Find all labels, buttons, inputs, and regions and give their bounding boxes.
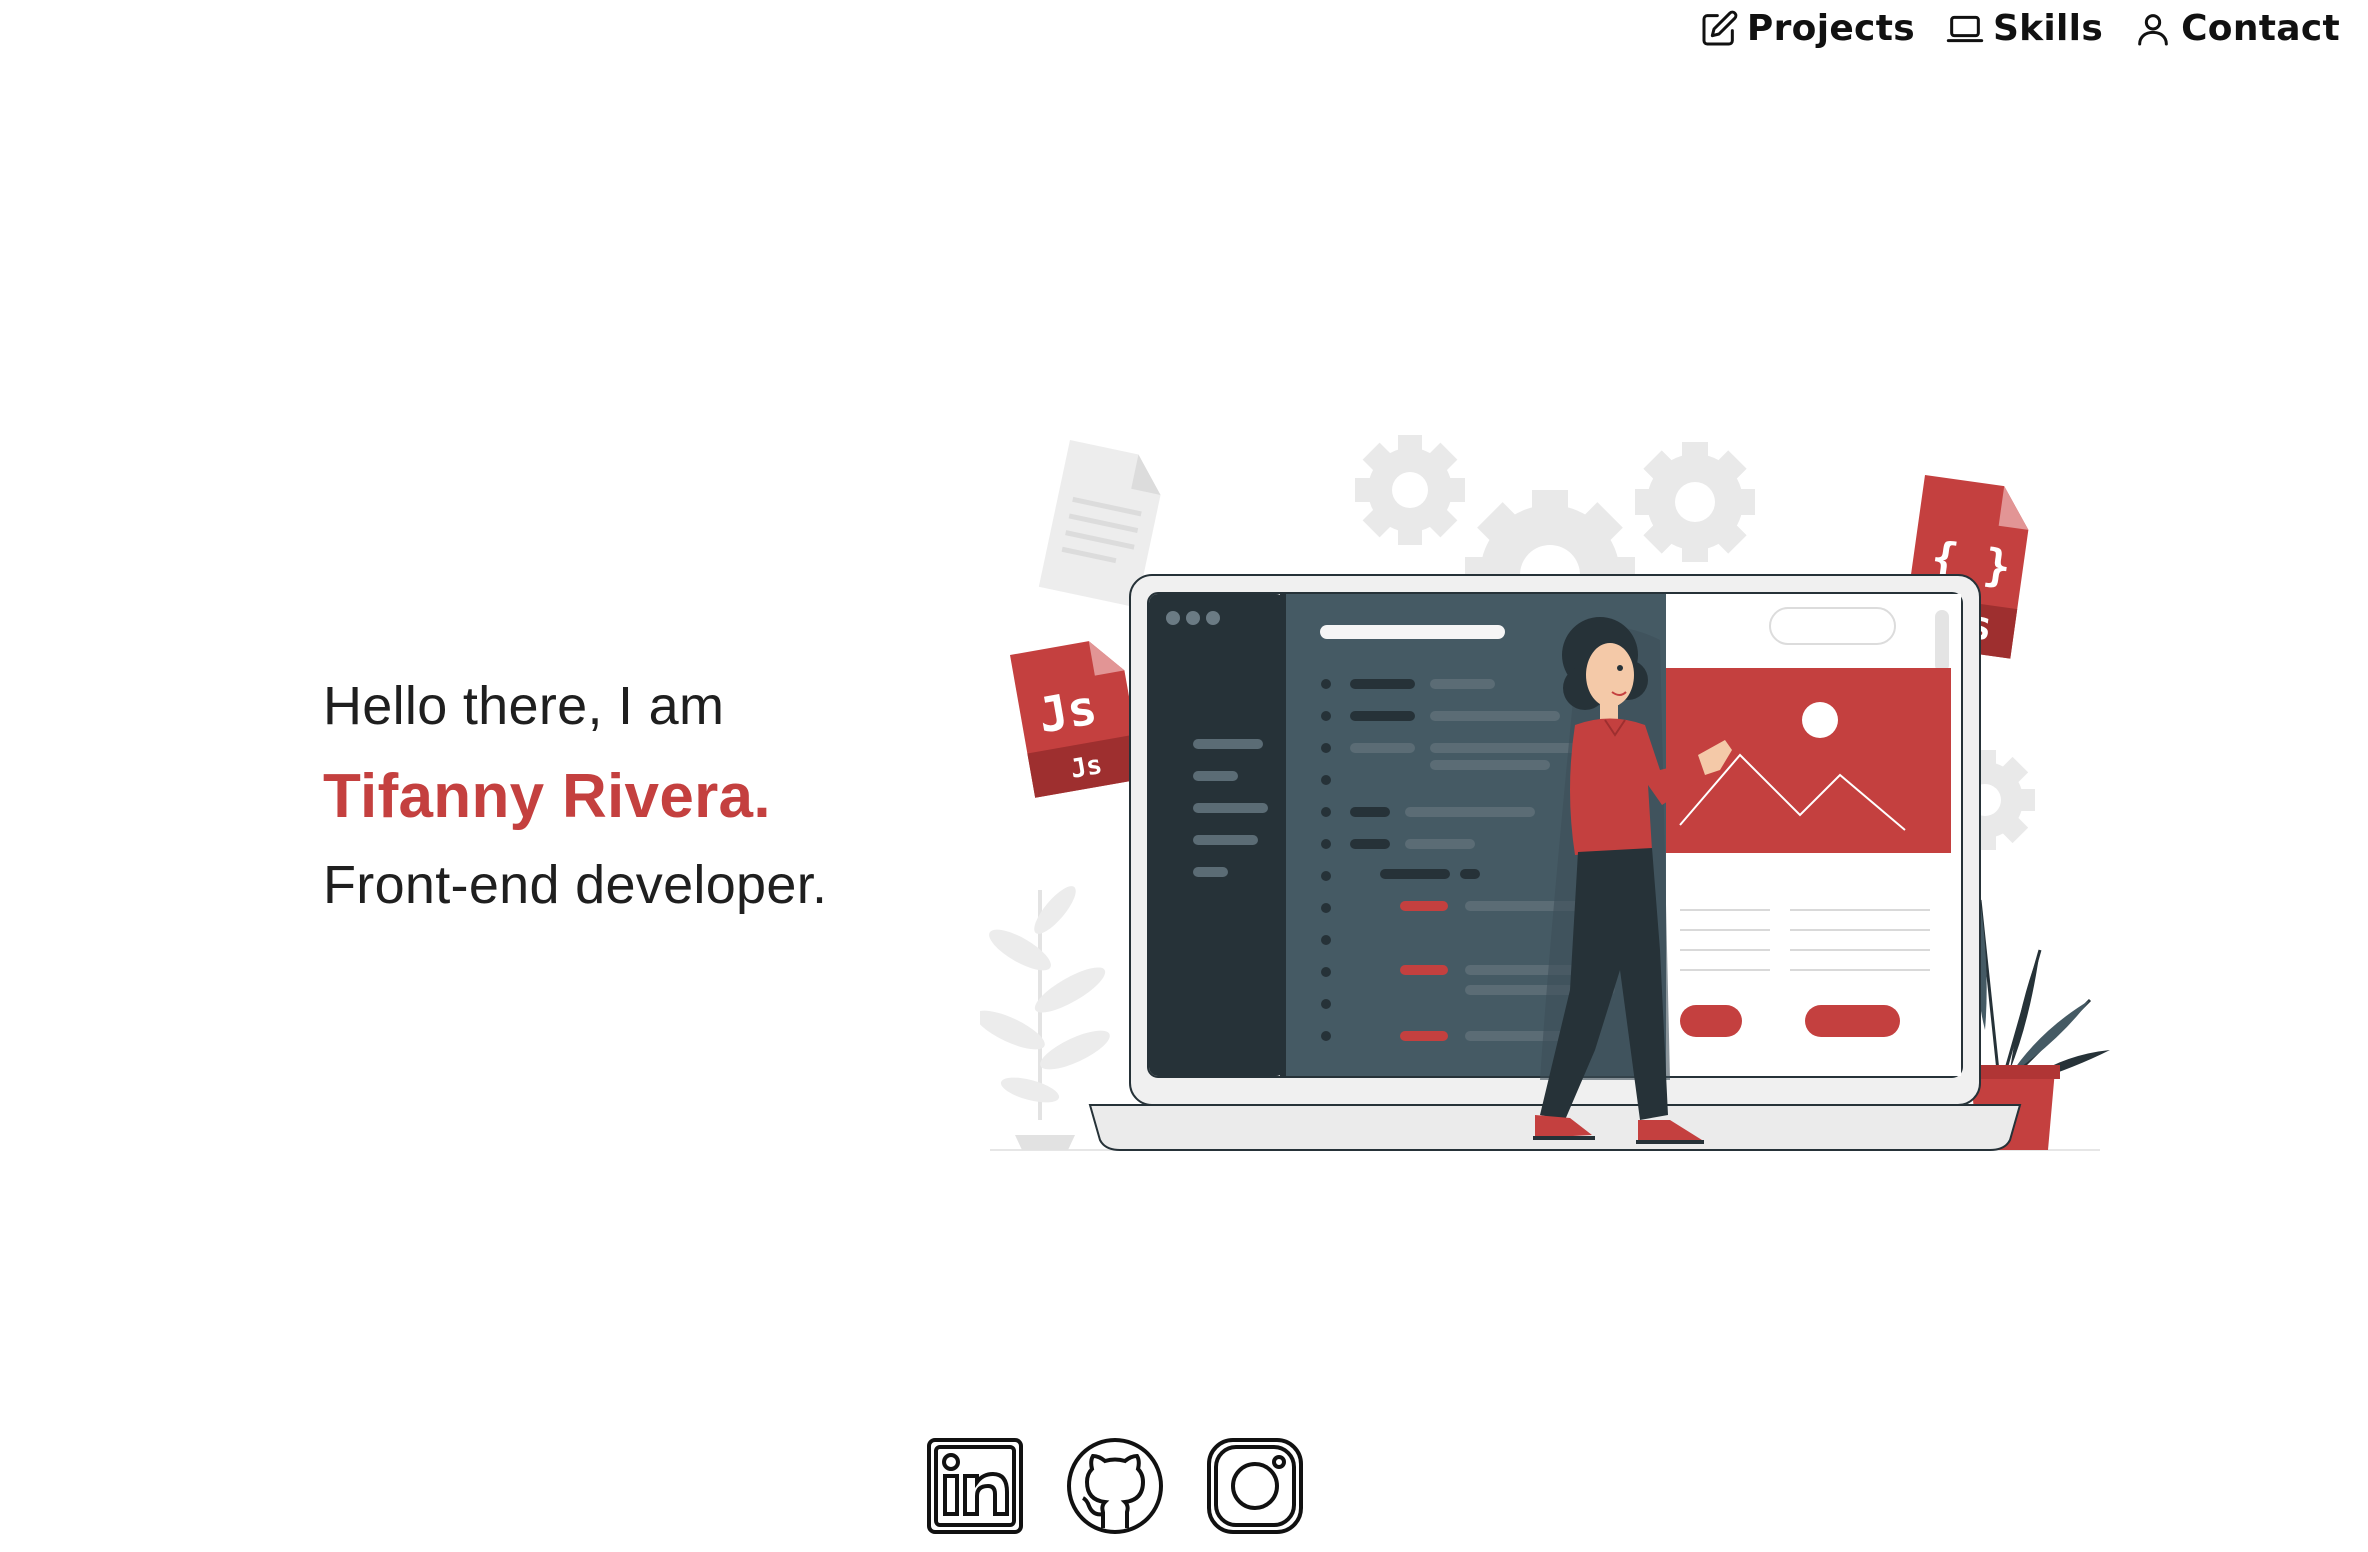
nav-skills-label: Skills (1992, 8, 2104, 49)
portfolio-page: Projects Skills Contact Hello there, I a… (0, 0, 2368, 1552)
github-icon (1067, 1438, 1163, 1534)
hero-text: Hello there, I am Tifanny Rivera. Front-… (323, 675, 827, 916)
laptop-icon (1946, 15, 1984, 42)
nav-projects[interactable]: Projects (1699, 8, 1915, 49)
nav-contact[interactable]: Contact (2133, 8, 2340, 49)
js-file-icon: Js Js (1010, 641, 1144, 798)
nav-skills[interactable]: Skills (1945, 8, 2103, 49)
linkedin-link[interactable] (925, 1436, 1025, 1536)
instagram-icon (1207, 1438, 1303, 1534)
top-nav: Projects Skills Contact (1699, 8, 2340, 49)
social-links (925, 1436, 1305, 1536)
js-file-label-small: Js (1068, 750, 1104, 785)
developer-illustration: Js Js { } CSS (980, 435, 2110, 1151)
hero-name: Tifanny Rivera. (323, 762, 771, 831)
instagram-link[interactable] (1205, 1436, 1305, 1536)
js-file-label: Js (1034, 679, 1101, 744)
nav-contact-label: Contact (2181, 8, 2340, 49)
user-icon (2138, 13, 2168, 45)
nav-projects-label: Projects (1746, 8, 1915, 49)
hero-role: Front-end developer. (323, 855, 828, 915)
github-link[interactable] (1065, 1436, 1165, 1536)
edit-icon (1702, 10, 1738, 45)
hero-greeting: Hello there, I am (323, 676, 725, 736)
linkedin-icon (927, 1438, 1023, 1534)
